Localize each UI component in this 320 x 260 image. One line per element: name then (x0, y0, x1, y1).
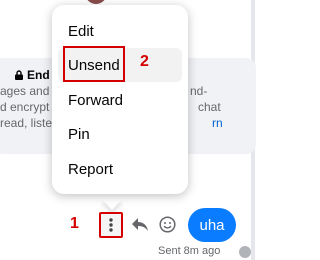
sent-message-bubble[interactable]: uha (188, 208, 236, 242)
more-vertical-icon (109, 218, 113, 232)
more-options-button[interactable] (99, 212, 123, 238)
step-marker-2: 2 (140, 53, 149, 70)
message-status: Sent 8m ago (158, 245, 221, 257)
encryption-notice-text: nd- (190, 84, 208, 98)
menu-item-forward[interactable]: Forward (58, 83, 182, 117)
contact-avatar (85, 0, 107, 4)
menu-item-pin[interactable]: Pin (58, 117, 182, 151)
encryption-notice-text: chat (198, 100, 221, 114)
menu-caret-cover (98, 186, 128, 194)
menu-item-report[interactable]: Report (58, 152, 182, 186)
lock-icon (15, 70, 23, 80)
reply-icon[interactable] (131, 217, 149, 233)
message-context-menu: Edit Unsend Forward Pin Report (52, 5, 188, 194)
encryption-notice-title: End (27, 68, 50, 82)
step-marker-1: 1 (70, 215, 79, 232)
encryption-notice-text: read, liste (0, 116, 53, 130)
encryption-notice-title-row: End (14, 68, 50, 82)
unsend-highlight-box (63, 46, 125, 82)
react-emoji-icon[interactable] (159, 216, 176, 233)
seen-avatar (239, 246, 251, 258)
menu-item-edit[interactable]: Edit (58, 14, 182, 48)
learn-more-link[interactable]: rn (212, 116, 223, 130)
encryption-notice-text: ages and (0, 84, 50, 98)
encryption-notice-text: d encrypt (0, 100, 50, 114)
